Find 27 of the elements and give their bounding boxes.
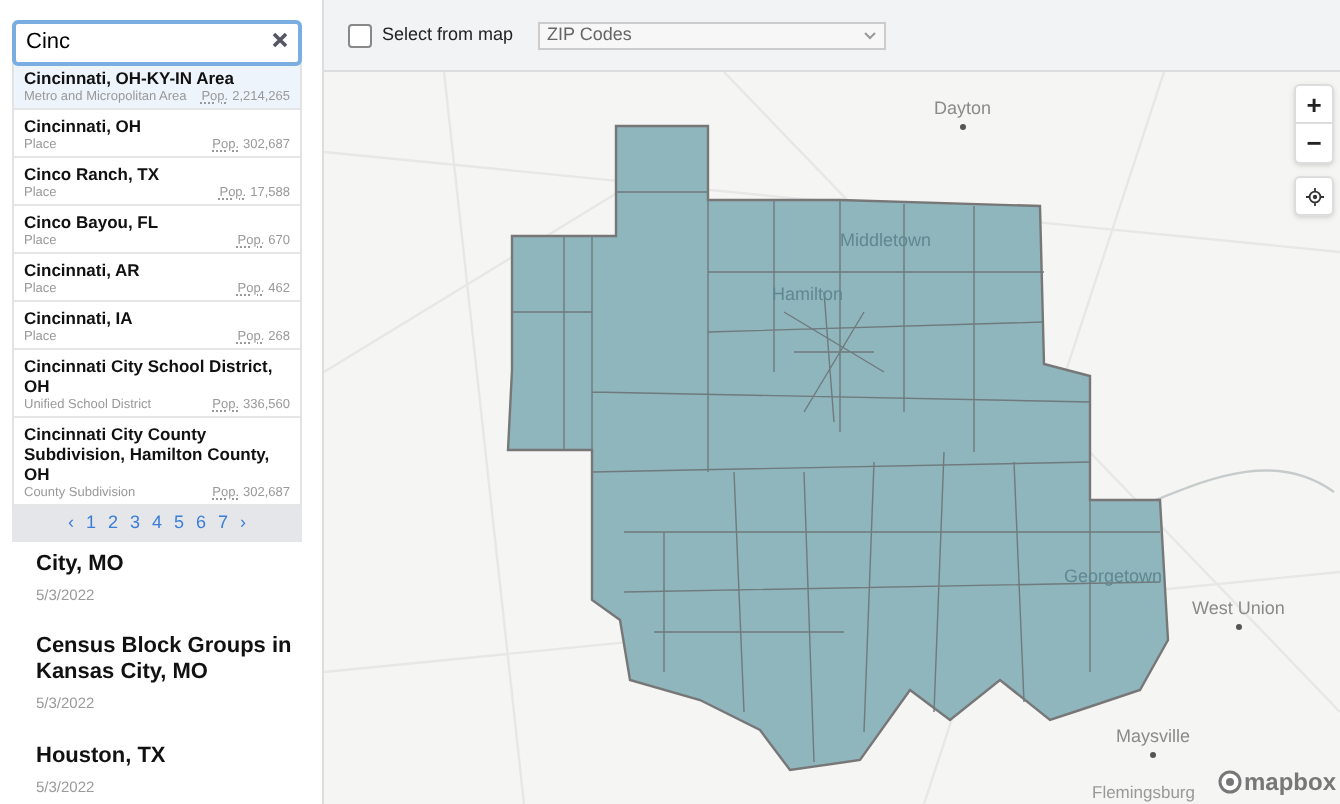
place-label: Flemingsburg: [1092, 780, 1195, 804]
saved-map-title[interactable]: City, MO: [36, 552, 306, 578]
result-name: Cincinnati, OH-KY-IN Area: [24, 68, 237, 88]
result-name: Cinco Ranch, TX: [24, 164, 162, 184]
map-attribution[interactable]: mapbox: [1243, 764, 1336, 800]
place-label: West Union: [1192, 596, 1285, 622]
chevron-down-icon: [863, 31, 876, 39]
zoom-out-button[interactable]: −: [1296, 124, 1332, 162]
result-name: Cincinnati City County Subdivision, Hamilton County, OH: [24, 424, 272, 484]
mapbox-logo-icon: [1217, 770, 1242, 794]
result-name: Cincinnati, AR: [24, 260, 142, 280]
place-label: Maysville: [1116, 724, 1191, 750]
zoom-in-button[interactable]: +: [1296, 86, 1332, 124]
result-name: Cincinnati City School District, OH: [24, 356, 275, 396]
checkbox[interactable]: [348, 23, 372, 47]
result-name: Cinco Bayou, FL: [24, 212, 161, 232]
locate-button[interactable]: [1294, 176, 1334, 216]
checkbox-label: Select from map: [382, 21, 514, 48]
result-name: Cincinnati, IA: [24, 308, 135, 328]
search-field[interactable]: Cinc: [12, 19, 302, 65]
place-label: Dayton: [934, 96, 992, 122]
result-name: Cincinnati, OH: [24, 116, 144, 136]
clear-icon[interactable]: [272, 32, 288, 48]
saved-map-title[interactable]: Houston, TX: [36, 743, 306, 769]
geography-select[interactable]: ZIP Codes: [537, 21, 886, 49]
target-icon: [1305, 187, 1323, 205]
saved-map-title[interactable]: Census Block Groups in Kansas City, MO: [36, 634, 306, 687]
